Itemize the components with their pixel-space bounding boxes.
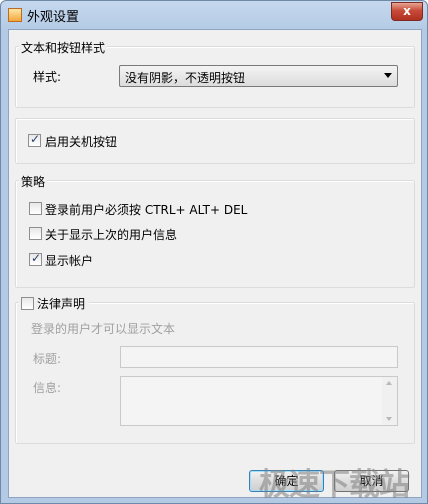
show-account-checkbox[interactable] <box>29 251 42 266</box>
settings-dialog: 外观设置 x 文本和按钮样式 样式: 没有阴影，不透明按钮 启用关机按钮 策略 … <box>0 0 428 504</box>
dialog-body: 文本和按钮样式 样式: 没有阴影，不透明按钮 启用关机按钮 策略 登录前用户必须… <box>8 29 422 498</box>
info-scrollbar[interactable] <box>382 377 397 425</box>
legal-label: 法律声明 <box>37 297 86 311</box>
watermark: 极速下载站 <box>259 467 410 503</box>
show-account-label: 显示帐户 <box>45 254 94 268</box>
title-input[interactable] <box>120 346 398 368</box>
info-label: 信息: <box>33 381 62 395</box>
shutdown-label: 启用关机按钮 <box>45 135 118 149</box>
shutdown-checkbox[interactable] <box>28 132 41 147</box>
window-title: 外观设置 <box>27 10 80 25</box>
legal-hint: 登录的用户才可以显示文本 <box>31 322 176 336</box>
policy-group-title: 策略 <box>19 173 48 190</box>
scroll-down-icon <box>386 417 392 421</box>
title-label: 标题: <box>33 352 62 366</box>
legal-checkbox[interactable] <box>21 297 34 310</box>
chevron-down-icon <box>384 73 392 78</box>
last-user-checkbox[interactable] <box>29 227 42 240</box>
title-bar[interactable]: 外观设置 x <box>1 1 427 29</box>
style-group-title: 文本和按钮样式 <box>19 39 108 56</box>
style-select[interactable]: 没有阴影，不透明按钮 <box>119 65 398 87</box>
app-icon <box>8 8 22 22</box>
legal-group-header: 法律声明 <box>19 295 90 312</box>
ctrl-alt-del-label: 登录前用户必须按 CTRL+ ALT+ DEL <box>45 203 248 217</box>
scroll-up-icon <box>386 381 392 385</box>
last-user-label: 关于显示上次的用户信息 <box>45 228 178 242</box>
ctrl-alt-del-checkbox[interactable] <box>29 202 42 215</box>
style-label: 样式: <box>33 70 62 84</box>
style-select-value: 没有阴影，不透明按钮 <box>125 71 246 85</box>
close-button[interactable]: x <box>391 2 423 21</box>
info-textarea[interactable] <box>120 376 398 426</box>
